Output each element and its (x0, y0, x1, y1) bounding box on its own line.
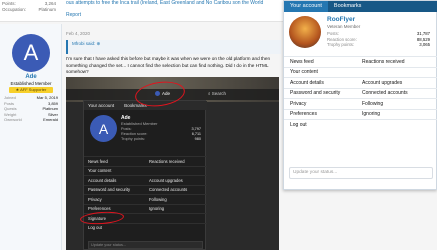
dark-nav-search-label: Search (211, 91, 227, 96)
dark-link: Password and security (88, 187, 131, 193)
menu-item-your-content[interactable]: Your content (284, 69, 356, 75)
post-date-link[interactable]: Feb 4, 2020 (66, 31, 90, 36)
dark-link: Your content (88, 168, 112, 174)
account-name-link[interactable]: RooFlyer (327, 16, 355, 23)
dark-account-menu: Your account Bookmarks A Ade Established… (83, 100, 207, 250)
dark-link: Preferences (88, 206, 111, 212)
menu-item-following[interactable]: Following (356, 101, 428, 107)
quote-block: Mfrobi said: ⊕ (66, 40, 281, 54)
poster-title: Established Member (10, 81, 52, 86)
dark-user-title: Established Member (121, 121, 158, 126)
search-icon: ⌕ (208, 91, 211, 96)
previous-post-text: ous attempts to free the Inca trail (Ire… (66, 0, 264, 6)
stat-value: 980 (194, 136, 201, 141)
dark-link: Account details (88, 177, 117, 183)
dark-link: Log out (88, 225, 102, 231)
dark-avatar: A (90, 115, 117, 142)
account-stats: Posts: 31,787 Reaction score: 88,529 Troph… (327, 31, 430, 48)
stat-label: Trophy points: (327, 42, 355, 47)
dark-link: Account upgrades (149, 177, 183, 183)
supporter-badge-label: AFF Supporter (20, 87, 47, 92)
account-popup: Your account Bookmarks RooFlyer Veteran … (283, 0, 437, 190)
poster-name-link[interactable]: Ade (0, 74, 62, 80)
dark-link: Following (149, 196, 167, 202)
dark-link: Connected accounts (149, 187, 188, 193)
supporter-badge: ★ AFF Supporter (9, 87, 53, 93)
dark-link: News feed (88, 158, 108, 164)
account-menu-links: News feed Reactions received Your content… (284, 56, 437, 130)
stat-value: Emerald (43, 117, 58, 122)
menu-item-preferences[interactable]: Preferences (284, 111, 356, 117)
status-input[interactable]: Update your status... (289, 167, 433, 179)
menu-item-password-security[interactable]: Password and security (284, 90, 356, 96)
avatar[interactable]: A (12, 34, 50, 72)
menu-item-reactions-received[interactable]: Reactions received (356, 59, 428, 65)
previous-poster-info: Points: 3,264 Occupation: Platinum (2, 1, 56, 13)
poster-stats: Joined Mar 5, 2019 Posts 3,859 Quests Plati… (4, 95, 58, 123)
quote-author-link[interactable]: Mfrobi said: ⊕ (72, 41, 100, 47)
dark-link: Ignoring (149, 206, 165, 212)
post-text: I'm sure that I have asked this before b… (66, 56, 271, 74)
menu-item-account-details[interactable]: Account details (284, 80, 356, 86)
report-link[interactable]: Report (66, 12, 81, 18)
tab-your-account[interactable]: Your account (284, 1, 328, 12)
info-value: Platinum (38, 7, 56, 12)
menu-item-ignoring[interactable]: Ignoring (356, 111, 428, 117)
menu-item-account-upgrades[interactable]: Account upgrades (356, 80, 428, 86)
stat-label: Ownworld (4, 117, 22, 122)
dark-link: Privacy (88, 196, 102, 202)
dark-status-field: Update your status... (88, 241, 203, 249)
menu-item-privacy[interactable]: Privacy (284, 101, 356, 107)
dark-tab-your-account: Your account (88, 103, 115, 108)
menu-item-connected-accounts[interactable]: Connected accounts (356, 90, 428, 96)
info-label: Occupation: (2, 7, 27, 12)
avatar[interactable] (289, 16, 321, 48)
dark-user-stats: Posts: 3,797 Reaction score: 6,711 Trophy … (121, 127, 201, 141)
stat-label: Trophy points: (121, 136, 145, 141)
account-title: Veteran Member (327, 24, 361, 29)
menu-item-log-out[interactable]: Log out (284, 122, 356, 128)
menu-item-news-feed[interactable]: News feed (284, 59, 356, 65)
dark-nav-search: ⌕ Search (208, 91, 226, 96)
popup-tabs: Your account Bookmarks (284, 1, 437, 12)
stat-value: 3,065 (419, 42, 430, 47)
star-icon: ★ (15, 87, 20, 92)
dark-link: Reactions received (149, 158, 185, 164)
tab-bookmarks[interactable]: Bookmarks (328, 1, 368, 12)
